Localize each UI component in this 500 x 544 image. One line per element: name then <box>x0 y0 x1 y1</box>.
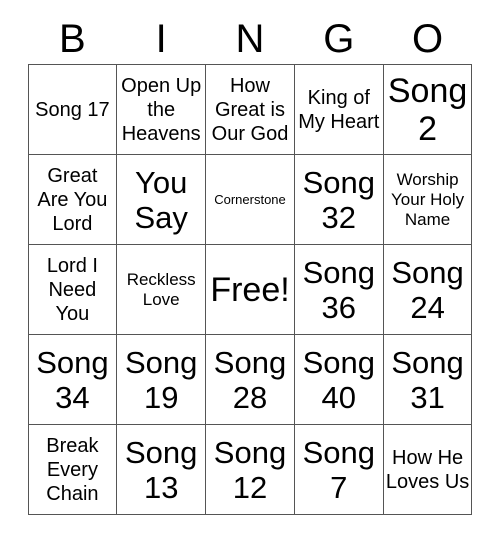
bingo-cell-label: Song 17 <box>35 98 110 121</box>
bingo-cell-label: Song 32 <box>302 164 375 235</box>
bingo-header-letter-b: B <box>59 17 86 61</box>
bingo-header-letter-g: G <box>323 17 355 61</box>
bingo-row: Great Are You Lord You Say Cornerstone S… <box>27 154 473 245</box>
bingo-cell-label: Song 40 <box>302 344 375 415</box>
bingo-header-letter-n: N <box>235 17 265 61</box>
bingo-cell-o3[interactable]: Song 24 <box>382 244 473 335</box>
bingo-cell-o2[interactable]: Worship Your Holy Name <box>382 154 473 245</box>
bingo-cell-n5[interactable]: Song 12 <box>205 424 295 515</box>
bingo-cell-label: Song 31 <box>391 344 464 415</box>
bingo-cell-label: You Say <box>134 164 188 235</box>
bingo-cell-g5[interactable]: Song 7 <box>293 424 384 515</box>
bingo-cell-label: Reckless Love <box>126 269 196 309</box>
bingo-cell-label: Cornerstone <box>214 191 286 207</box>
bingo-cell-n2[interactable]: Cornerstone <box>205 154 295 245</box>
bingo-cell-label: Song 19 <box>124 344 198 415</box>
bingo-cell-label: Song 7 <box>302 434 375 505</box>
bingo-cell-i4[interactable]: Song 19 <box>116 334 207 425</box>
bingo-cell-o4[interactable]: Song 31 <box>382 334 473 425</box>
bingo-cell-b1[interactable]: Song 17 <box>27 64 118 155</box>
bingo-cell-label: Open Up the Heavens <box>121 74 202 145</box>
bingo-cell-b4[interactable]: Song 34 <box>27 334 118 425</box>
bingo-cell-label: Song 12 <box>213 434 287 505</box>
bingo-cell-label: Song 13 <box>124 434 198 505</box>
bingo-cell-label: Song 34 <box>36 344 109 415</box>
bingo-cell-label: Song 24 <box>391 254 464 325</box>
bingo-cell-free-space[interactable]: Free! <box>205 244 295 335</box>
bingo-cell-g4[interactable]: Song 40 <box>293 334 384 425</box>
bingo-cell-b2[interactable]: Great Are You Lord <box>27 154 118 245</box>
bingo-cell-g2[interactable]: Song 32 <box>293 154 384 245</box>
bingo-cell-label: How Great is Our God <box>211 74 289 145</box>
bingo-cell-label: Lord I Need You <box>46 254 98 325</box>
bingo-cell-i2[interactable]: You Say <box>116 154 207 245</box>
bingo-grid: Song 17 Open Up the Heavens How Great is… <box>27 64 473 515</box>
bingo-cell-label: King of My Heart <box>298 86 380 133</box>
bingo-cell-n1[interactable]: How Great is Our God <box>205 64 295 155</box>
bingo-cell-label: Break Every Chain <box>46 434 99 505</box>
bingo-cell-b3[interactable]: Lord I Need You <box>27 244 118 335</box>
bingo-cell-label: Song 2 <box>387 71 468 148</box>
bingo-row: Song 34 Song 19 Song 28 Song 40 Song 31 <box>27 334 473 425</box>
bingo-cell-i5[interactable]: Song 13 <box>116 424 207 515</box>
bingo-cell-o1[interactable]: Song 2 <box>382 64 473 155</box>
bingo-row: Break Every Chain Song 13 Song 12 Song 7… <box>27 424 473 515</box>
bingo-cell-label: Song 36 <box>302 254 375 325</box>
bingo-cell-i3[interactable]: Reckless Love <box>116 244 207 335</box>
bingo-row: Song 17 Open Up the Heavens How Great is… <box>27 64 473 155</box>
bingo-cell-label: Great Are You Lord <box>37 164 108 235</box>
bingo-header-row: B I N G O <box>28 0 472 62</box>
bingo-cell-i1[interactable]: Open Up the Heavens <box>116 64 207 155</box>
bingo-header-letter-i: I <box>155 17 167 61</box>
bingo-header-letter-o: O <box>412 17 444 61</box>
bingo-cell-b5[interactable]: Break Every Chain <box>27 424 118 515</box>
bingo-cell-label: How He Loves Us <box>385 446 470 493</box>
bingo-row: Lord I Need You Reckless Love Free! Song… <box>27 244 473 335</box>
bingo-card: B I N G O Song 17 Open Up the Heavens Ho… <box>0 0 500 544</box>
bingo-free-space-label: Free! <box>210 270 290 309</box>
bingo-cell-o5[interactable]: How He Loves Us <box>382 424 473 515</box>
bingo-cell-g3[interactable]: Song 36 <box>293 244 384 335</box>
bingo-cell-label: Worship Your Holy Name <box>391 169 465 229</box>
bingo-cell-label: Song 28 <box>213 344 287 415</box>
bingo-cell-g1[interactable]: King of My Heart <box>293 64 384 155</box>
bingo-cell-n4[interactable]: Song 28 <box>205 334 295 425</box>
